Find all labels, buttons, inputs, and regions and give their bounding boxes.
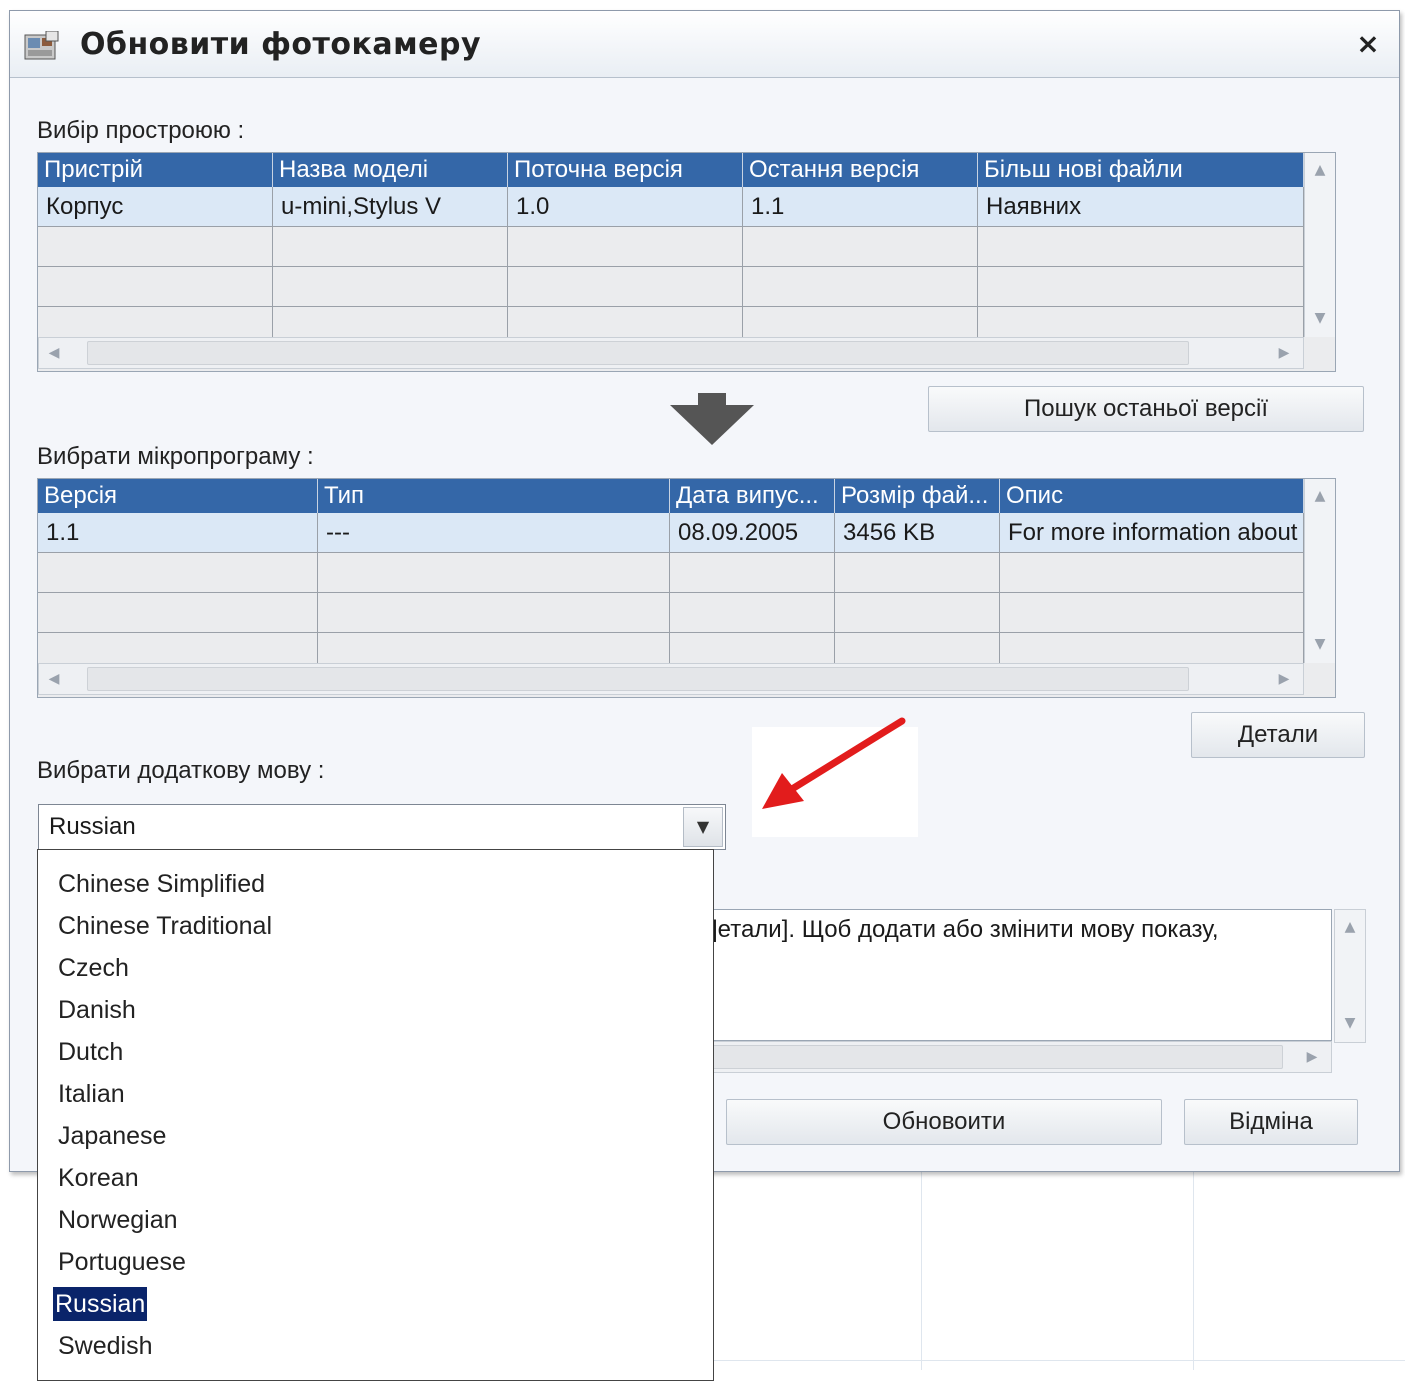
scroll-left-icon[interactable]: ◀ [39, 664, 69, 694]
language-select[interactable]: Russian ▼ [38, 804, 726, 850]
details-button[interactable]: Детали [1191, 712, 1365, 758]
scroll-right-icon[interactable]: ▶ [1297, 1042, 1327, 1072]
device-table: Пристрій Назва моделі Поточна версія Ост… [37, 152, 1336, 372]
table-cell: Корпус [38, 187, 273, 226]
table-row-empty [38, 227, 1304, 267]
vertical-scrollbar[interactable]: ▲ ▼ [1304, 153, 1335, 337]
info-text: ]етали]. Щоб додати або змінити мову пок… [711, 916, 1219, 943]
table-cell: 1.1 [743, 187, 978, 226]
table-row-empty [38, 267, 1304, 307]
down-arrow-icon [670, 393, 754, 445]
language-option[interactable]: Danish [56, 993, 138, 1027]
title-bar[interactable]: Обновити фотокамеру × [10, 11, 1399, 78]
scrollbar-thumb[interactable] [87, 667, 1189, 691]
dialog-title: Обновити фотокамеру [80, 27, 482, 62]
table-cell: 08.09.2005 [670, 513, 835, 552]
table-row-empty [38, 593, 1304, 633]
vertical-scrollbar[interactable]: ▲ ▼ [1304, 479, 1335, 663]
scroll-down-icon[interactable]: ▼ [1335, 1008, 1365, 1038]
language-option[interactable]: Chinese Traditional [56, 909, 274, 943]
scroll-down-icon[interactable]: ▼ [1305, 303, 1335, 333]
device-table-header: Пристрій Назва моделі Поточна версія Ост… [38, 153, 1304, 187]
language-option[interactable]: Norwegian [56, 1203, 180, 1237]
background-gridline [712, 1360, 1405, 1361]
horizontal-scrollbar[interactable]: ▶ [710, 1041, 1332, 1073]
language-option[interactable]: Swedish [56, 1329, 155, 1363]
firmware-table-header: Версія Тип Дата випус... Розмір фай... О… [38, 479, 1304, 513]
horizontal-scrollbar[interactable]: ◀ ▶ [38, 337, 1304, 369]
table-cell: 3456 KB [835, 513, 1000, 552]
scroll-right-icon[interactable]: ▶ [1269, 664, 1299, 694]
table-cell: --- [318, 513, 670, 552]
info-textarea[interactable]: ]етали]. Щоб додати або змінити мову пок… [710, 909, 1332, 1041]
column-header[interactable]: Поточна версія [508, 153, 743, 187]
scroll-left-icon[interactable]: ◀ [39, 338, 69, 368]
scroll-up-icon[interactable]: ▲ [1305, 155, 1335, 185]
table-row-empty [38, 553, 1304, 593]
table-row-empty [38, 307, 1304, 337]
search-latest-version-button[interactable]: Пошук останьої версії [928, 386, 1364, 432]
scrollbar-thumb[interactable] [87, 341, 1189, 365]
column-header[interactable]: Тип [318, 479, 670, 513]
close-button[interactable]: × [1353, 29, 1383, 59]
language-option[interactable]: Dutch [56, 1035, 125, 1069]
language-option[interactable]: Italian [56, 1077, 127, 1111]
firmware-section-label: Вибрати мікропрограму : [37, 443, 314, 470]
language-option[interactable]: Portuguese [56, 1245, 188, 1279]
language-option[interactable]: Korean [56, 1161, 141, 1195]
vertical-scrollbar[interactable]: ▲ ▼ [1334, 909, 1366, 1043]
column-header[interactable]: Назва моделі [273, 153, 508, 187]
language-section-label: Вибрати додаткову мову : [37, 757, 325, 784]
background-gridline [921, 1170, 922, 1370]
column-header[interactable]: Остання версія [743, 153, 978, 187]
language-option-selected[interactable]: Russian [51, 1286, 149, 1322]
table-row[interactable]: 1.1 --- 08.09.2005 3456 KB For more info… [38, 513, 1304, 553]
chevron-down-icon[interactable]: ▼ [683, 807, 723, 847]
column-header[interactable]: Розмір фай... [835, 479, 1000, 513]
language-option[interactable]: Czech [56, 951, 131, 985]
red-pointer-arrow-icon [762, 717, 906, 809]
language-option[interactable]: Japanese [56, 1119, 168, 1153]
table-row-empty [38, 633, 1304, 663]
language-option[interactable]: Chinese Simplified [56, 867, 267, 901]
firmware-table: Версія Тип Дата випус... Розмір фай... О… [37, 478, 1336, 698]
table-cell: Наявних [978, 187, 1304, 226]
cancel-button[interactable]: Відміна [1184, 1099, 1358, 1145]
column-header[interactable]: Опис [1000, 479, 1304, 513]
column-header[interactable]: Дата випус... [670, 479, 835, 513]
language-dropdown-list[interactable]: Chinese Simplified Chinese Traditional C… [37, 849, 714, 1381]
scrollbar-thumb[interactable] [711, 1045, 1283, 1069]
scroll-right-icon[interactable]: ▶ [1269, 338, 1299, 368]
language-select-value: Russian [49, 813, 136, 840]
table-cell: u-mini,Stylus V [273, 187, 508, 226]
device-section-label: Вибір простроюю : [37, 117, 245, 144]
column-header[interactable]: Версія [38, 479, 318, 513]
table-cell: 1.1 [38, 513, 318, 552]
table-cell: 1.0 [508, 187, 743, 226]
scroll-up-icon[interactable]: ▲ [1335, 912, 1365, 942]
background-gridline [1193, 1170, 1194, 1370]
camera-app-icon [24, 31, 59, 60]
scroll-up-icon[interactable]: ▲ [1305, 481, 1335, 511]
horizontal-scrollbar[interactable]: ◀ ▶ [38, 663, 1304, 695]
update-button[interactable]: Обновоити [726, 1099, 1162, 1145]
table-row[interactable]: Корпус u-mini,Stylus V 1.0 1.1 Наявних [38, 187, 1304, 227]
scroll-down-icon[interactable]: ▼ [1305, 629, 1335, 659]
table-cell: For more information about ... [1000, 513, 1304, 552]
column-header[interactable]: Пристрій [38, 153, 273, 187]
column-header[interactable]: Більш нові файли [978, 153, 1304, 187]
